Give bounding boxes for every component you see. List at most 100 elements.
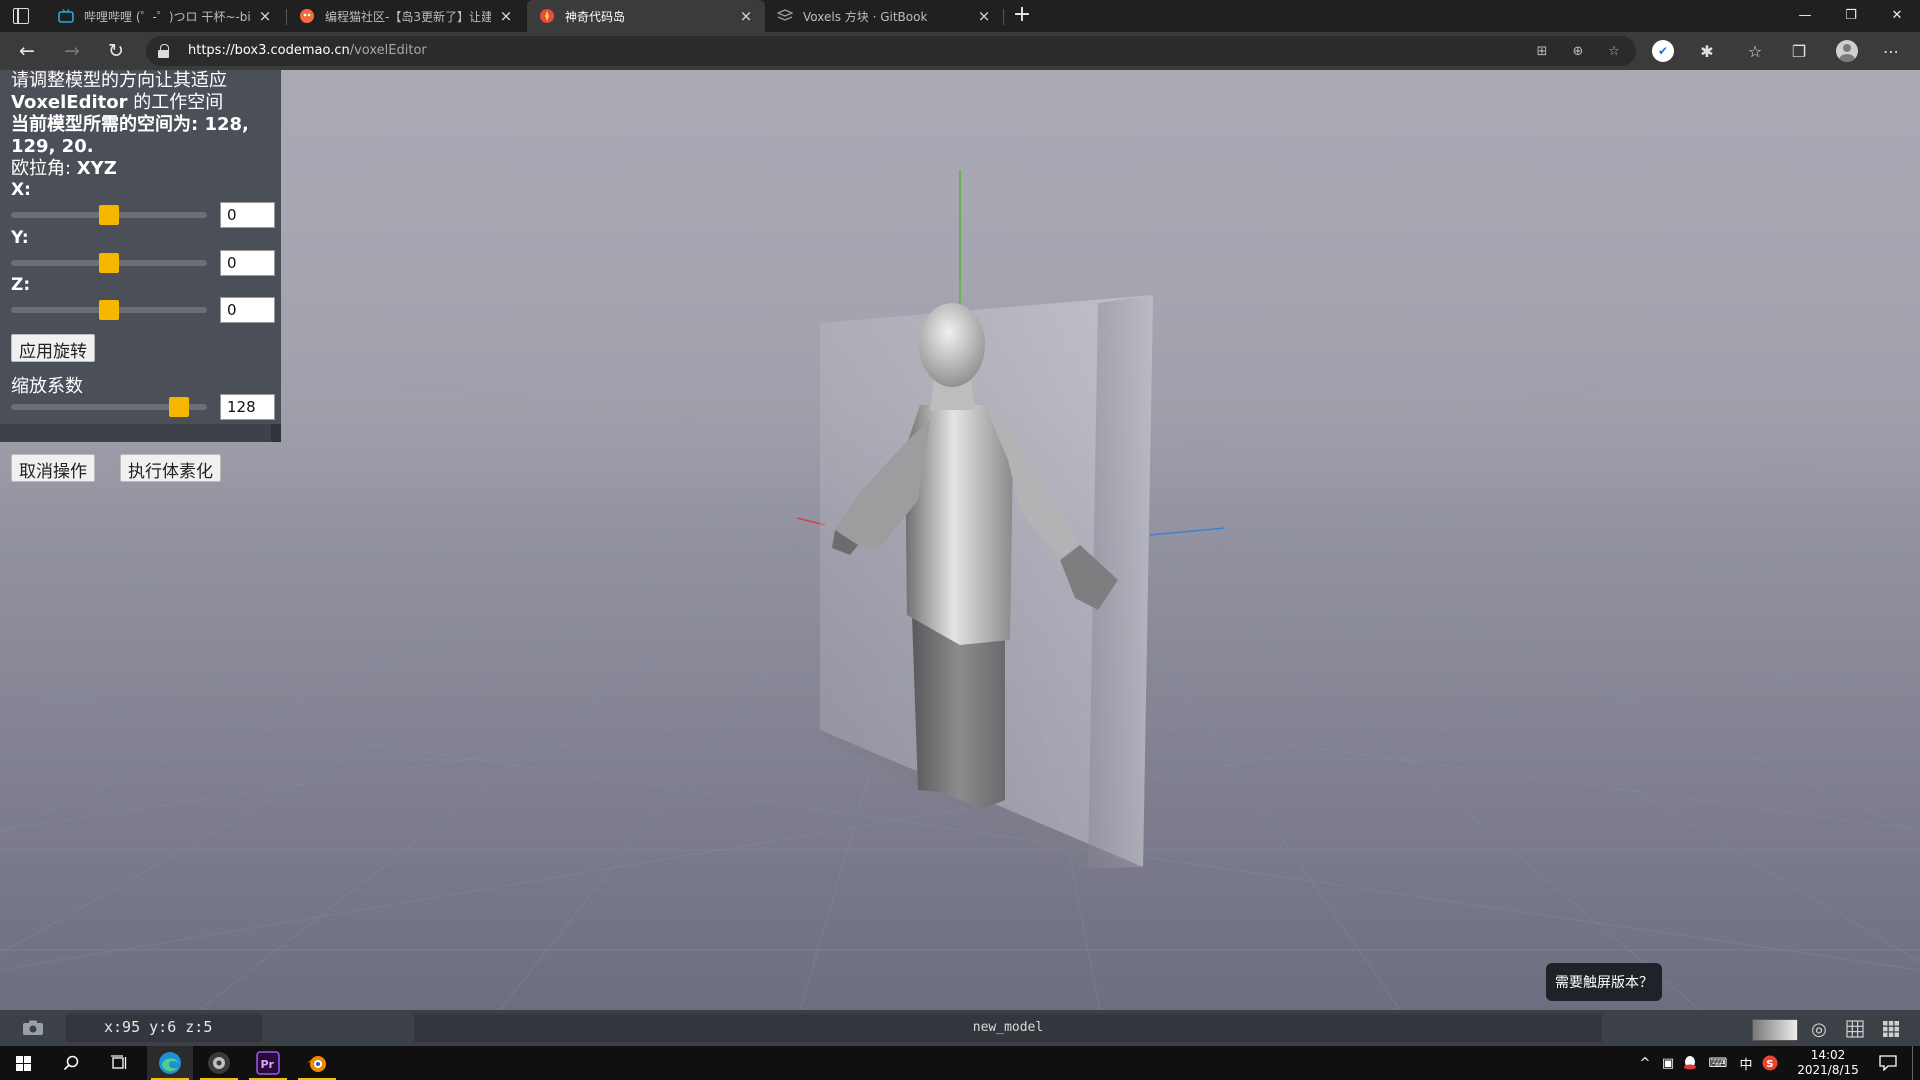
clock-date: 2021/8/15 <box>1797 1063 1859 1077</box>
tray-ime-indicator[interactable]: 中 <box>1736 1054 1756 1073</box>
window-restore-button[interactable]: ❐ <box>1828 0 1874 30</box>
browser-tab-strip: 哔哩哔哩 (゜-゜)つロ 干杯~-bilibili × 编程猫社区-【岛3更新了… <box>0 0 1920 32</box>
window-close-button[interactable]: ✕ <box>1874 0 1920 30</box>
tab-close-icon[interactable]: × <box>975 7 993 25</box>
profile-avatar-icon[interactable] <box>1834 38 1860 64</box>
slider-thumb[interactable] <box>99 205 119 225</box>
search-icon[interactable] <box>48 1046 94 1080</box>
add-favorite-icon[interactable]: ☆ <box>1604 41 1624 61</box>
tab-codemao-island[interactable]: 神奇代码岛 × <box>527 0 765 32</box>
space-required-line1: 当前模型所需的空间为: 128, <box>11 114 249 135</box>
cursor-coordinates: x:95 y:6 z:5 <box>66 1014 262 1042</box>
scale-factor-title: 缩放系数 <box>11 376 83 397</box>
editor-status-bar: x:95 y:6 z:5 new_model ◎ <box>0 1010 1920 1046</box>
address-bar[interactable]: https://box3.codemao.cn/voxelEditor ⊞ ⊕ … <box>146 36 1636 66</box>
collections-icon[interactable]: ❐ <box>1786 38 1812 64</box>
model-name-field[interactable]: new_model <box>414 1014 1602 1042</box>
tab-title: 编程猫社区-【岛3更新了】让建筑 <box>325 9 491 24</box>
task-view-icon[interactable] <box>96 1046 142 1080</box>
axis-z-label: Z: <box>11 275 31 295</box>
lock-icon[interactable] <box>158 44 169 58</box>
scale-factor-input[interactable] <box>220 394 275 420</box>
grid-icon[interactable] <box>1844 1018 1866 1040</box>
tray-overflow-icon[interactable]: ^ <box>1636 1054 1654 1072</box>
windows-taskbar: Pr ^ ▣ ⌨ 中 S 14:02 2021/8/15 <box>0 1046 1920 1080</box>
url-host: https://box3.codemao.cn <box>188 43 350 58</box>
rotation-y-input[interactable] <box>220 250 275 276</box>
blender-like-app-icon[interactable] <box>196 1046 242 1080</box>
target-icon[interactable]: ◎ <box>1808 1018 1830 1040</box>
touch-version-prompt[interactable]: 需要触屏版本？ <box>1546 963 1662 1001</box>
tab-title: Voxels 方块 · GitBook <box>803 9 928 24</box>
camera-icon[interactable] <box>22 1020 44 1036</box>
window-minimize-button[interactable]: — <box>1782 0 1828 30</box>
premiere-pro-icon[interactable]: Pr <box>245 1046 291 1080</box>
axis-x-label: X: <box>11 180 31 200</box>
tab-separator <box>1003 9 1004 25</box>
reload-icon[interactable]: ↻ <box>102 37 130 65</box>
bilibili-icon <box>58 8 74 24</box>
euler-label: 欧拉角: <box>11 158 77 179</box>
codemao-community-icon <box>299 8 315 24</box>
url-path: /voxelEditor <box>349 43 427 58</box>
instruction-text-line2: VoxelEditor 的工作空间 <box>11 92 223 114</box>
block-grid-icon[interactable] <box>1880 1018 1902 1040</box>
orientation-panel: 请调整模型的方向让其适应 VoxelEditor 的工作空间 当前模型所需的空间… <box>0 70 281 442</box>
gitbook-icon <box>777 8 793 24</box>
voxel-3d-viewport[interactable] <box>0 70 1920 1010</box>
cancel-operation-button[interactable]: 取消操作 <box>11 454 95 482</box>
slider-thumb[interactable] <box>99 300 119 320</box>
rotation-z-slider[interactable] <box>11 300 207 320</box>
tab-codemao-community[interactable]: 编程猫社区-【岛3更新了】让建筑 × <box>287 0 525 32</box>
rotation-x-input[interactable] <box>220 202 275 228</box>
voxelize-button[interactable]: 执行体素化 <box>120 454 221 482</box>
scene-canvas <box>0 70 1920 1010</box>
voxel-editor-name: VoxelEditor <box>11 92 128 113</box>
axis-y-label: Y: <box>11 228 29 248</box>
clock-time: 14:02 <box>1810 1048 1846 1062</box>
rotation-z-input[interactable] <box>220 297 275 323</box>
space-required-line2: 129, 20. <box>11 136 94 157</box>
tab-close-icon[interactable]: × <box>737 7 755 25</box>
url-text[interactable]: https://box3.codemao.cn/voxelEditor <box>188 43 427 58</box>
zoom-icon[interactable]: ⊕ <box>1568 41 1588 61</box>
slider-thumb[interactable] <box>169 397 189 417</box>
tab-gitbook[interactable]: Voxels 方块 · GitBook × <box>765 0 1003 32</box>
svg-text:S: S <box>1766 1059 1773 1070</box>
panel-horizontal-scrollbar[interactable] <box>0 424 281 442</box>
browser-toolbar: ← → ↻ https://box3.codemao.cn/voxelEdito… <box>0 32 1920 70</box>
color-swatch[interactable] <box>1752 1019 1798 1041</box>
show-desktop-divider[interactable] <box>1912 1046 1913 1080</box>
tray-network-app-icon[interactable]: ▣ <box>1658 1054 1678 1072</box>
tray-sogou-icon[interactable]: S <box>1760 1054 1780 1072</box>
edge-browser-icon[interactable] <box>147 1046 193 1080</box>
extensions-puzzle-icon[interactable]: ✱ <box>1694 38 1720 64</box>
tab-close-icon[interactable]: × <box>497 7 515 25</box>
euler-value: XYZ <box>76 158 117 179</box>
apply-rotation-button[interactable]: 应用旋转 <box>11 334 95 362</box>
codemao-island-icon <box>539 8 555 24</box>
tab-close-icon[interactable]: × <box>256 7 274 25</box>
slider-thumb[interactable] <box>99 253 119 273</box>
forward-icon[interactable]: → <box>58 37 86 65</box>
tray-qq-icon[interactable] <box>1680 1054 1700 1072</box>
rotation-y-slider[interactable] <box>11 253 207 273</box>
extension-feather-icon[interactable]: ✔ <box>1650 38 1676 64</box>
favorites-icon[interactable]: ☆ <box>1742 38 1768 64</box>
rotation-x-slider[interactable] <box>11 205 207 225</box>
app-available-icon[interactable]: ⊞ <box>1532 41 1552 61</box>
more-menu-icon[interactable]: ⋯ <box>1878 38 1904 64</box>
euler-angle-line: 欧拉角: XYZ <box>11 158 117 180</box>
new-tab-button[interactable]: + <box>1010 4 1034 28</box>
scale-factor-slider[interactable] <box>11 397 207 417</box>
taskbar-clock[interactable]: 14:02 2021/8/15 <box>1790 1048 1866 1078</box>
tray-keyboard-icon[interactable]: ⌨ <box>1706 1054 1730 1072</box>
instruction-text-rest: 的工作空间 <box>127 92 224 113</box>
blender-icon[interactable] <box>294 1046 340 1080</box>
tab-bilibili[interactable]: 哔哩哔哩 (゜-゜)つロ 干杯~-bilibili × <box>46 0 284 32</box>
instruction-text-line1: 请调整模型的方向让其适应 <box>11 70 227 91</box>
back-icon[interactable]: ← <box>13 37 41 65</box>
tab-actions-icon[interactable] <box>13 8 29 24</box>
windows-start-icon[interactable] <box>0 1046 46 1080</box>
notification-center-icon[interactable] <box>1876 1054 1900 1072</box>
